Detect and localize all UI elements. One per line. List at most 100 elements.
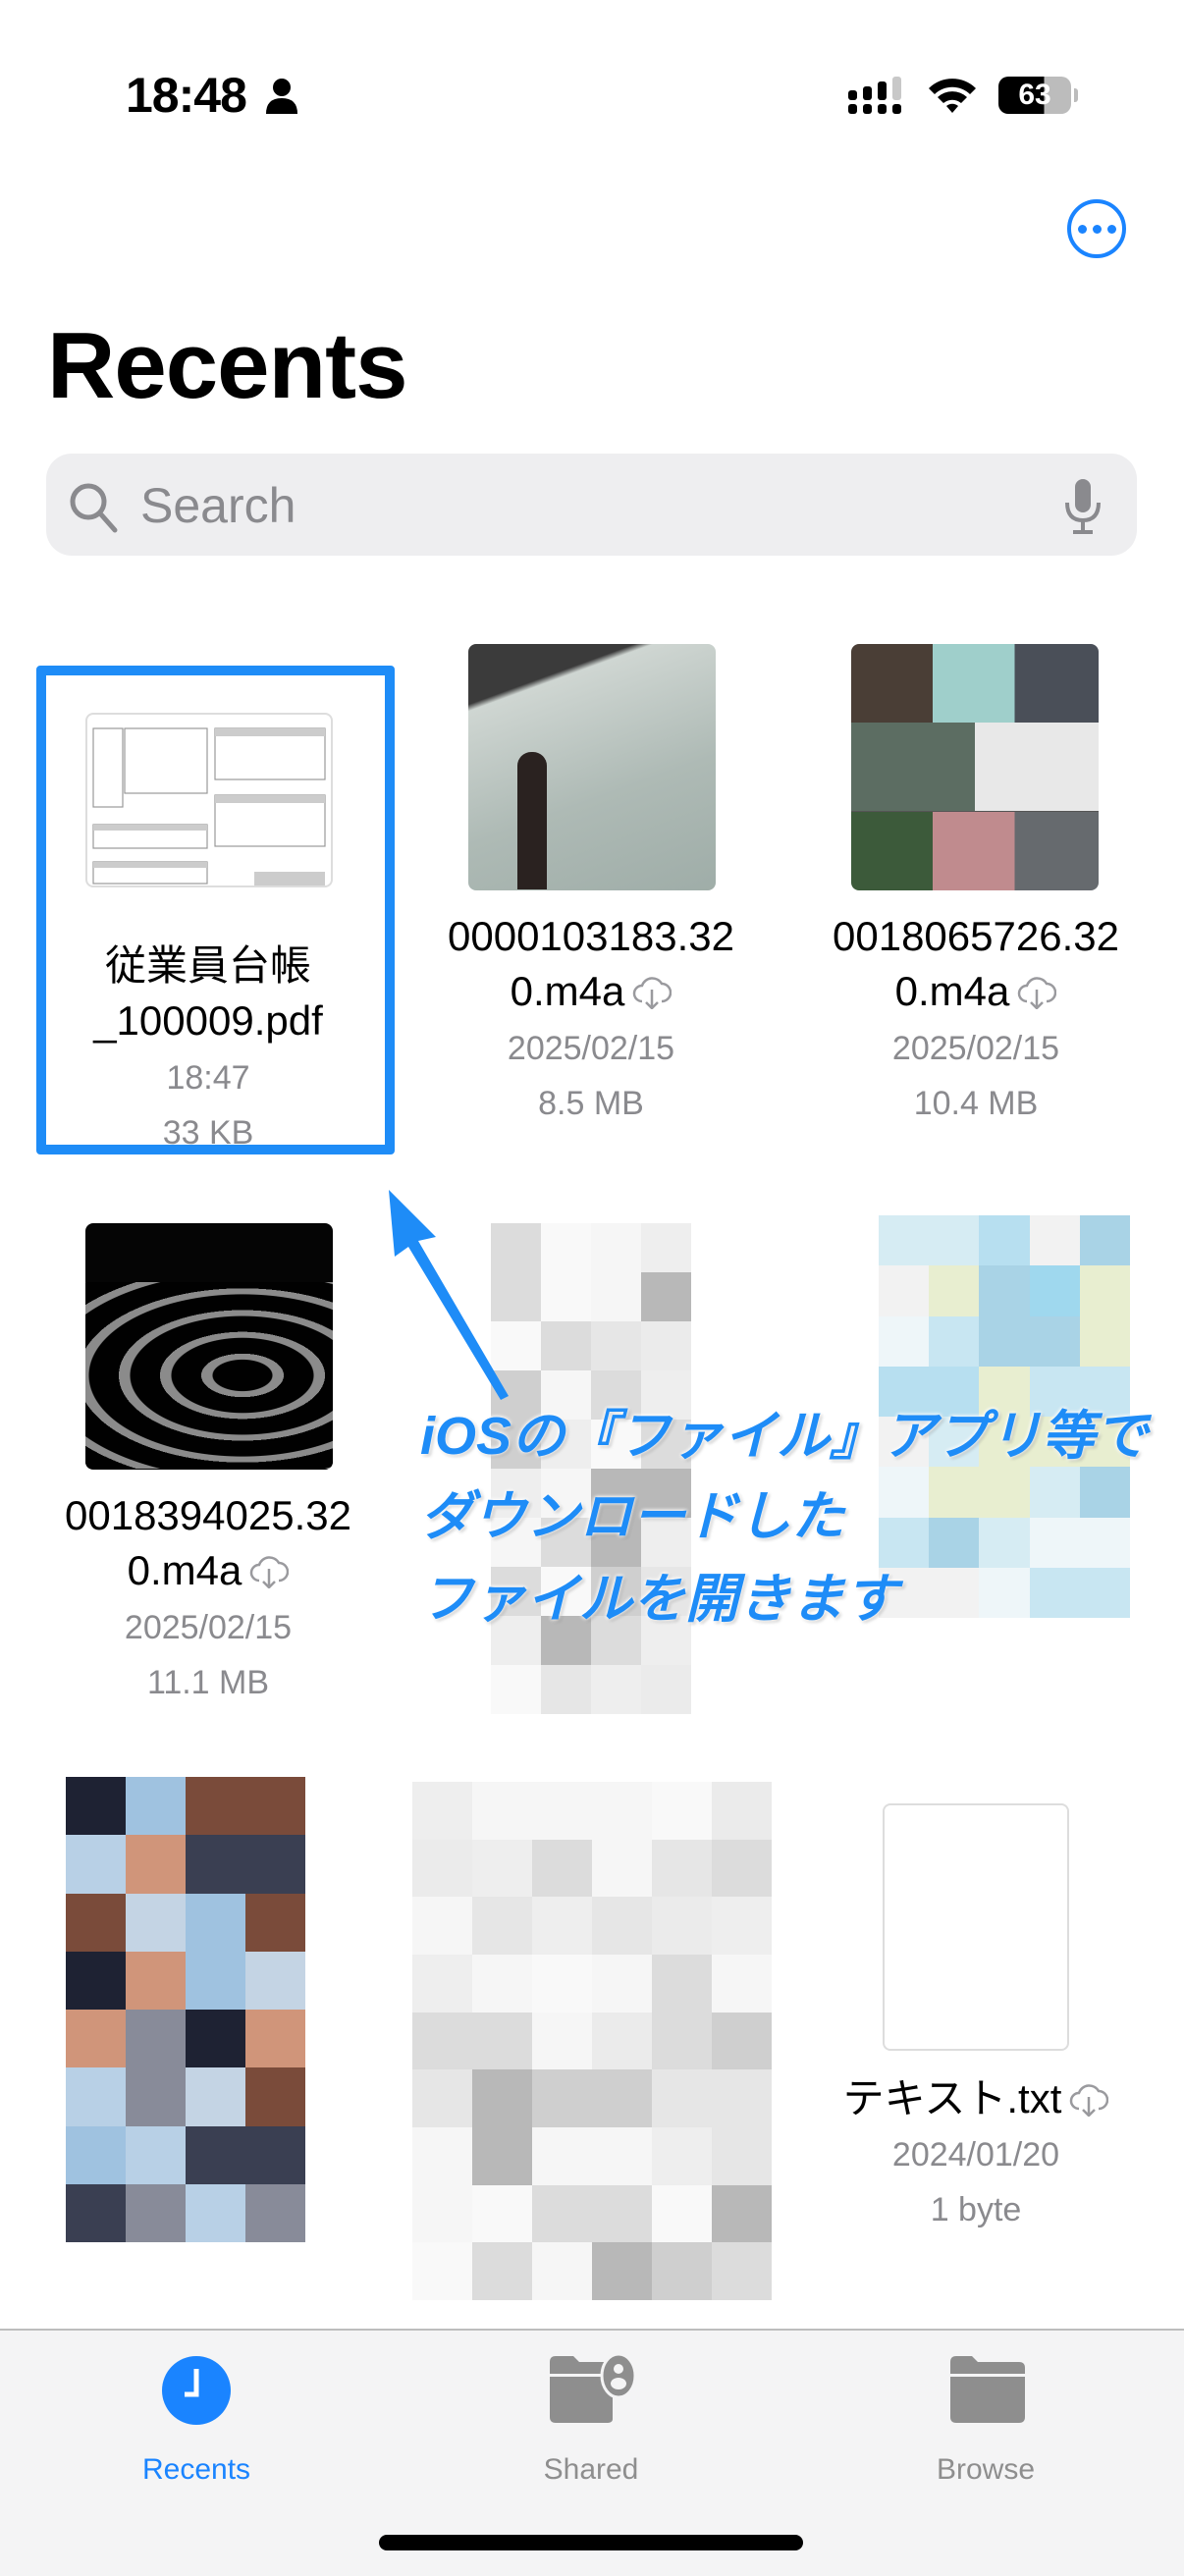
mosaic-pixel — [652, 1839, 712, 1898]
mosaic-pixel — [245, 1777, 305, 1836]
mosaic-pixel — [979, 1315, 1030, 1367]
mosaic-pixel — [712, 2242, 772, 2300]
mosaic-pixel — [591, 1223, 641, 1272]
mosaic-pixel — [541, 1223, 591, 1272]
mosaic-pixel — [712, 1955, 772, 2012]
mosaic-pixel — [126, 2010, 186, 2068]
mosaic-pixel — [979, 1265, 1030, 1316]
shared-folder-icon — [550, 2354, 637, 2423]
mosaic-pixel — [532, 1897, 592, 1955]
mosaic-pixel — [412, 1897, 472, 1955]
mosaic-pixel — [186, 1951, 245, 2010]
mosaic-pixel — [472, 2242, 532, 2300]
mosaic-pixel — [532, 1839, 592, 1898]
ellipsis-circle-icon — [1077, 224, 1087, 234]
mosaic-pixel — [532, 2012, 592, 2070]
tab-label: Recents — [141, 2453, 251, 2486]
mosaic-pixel — [186, 2183, 245, 2242]
mosaic-pixel — [712, 2127, 772, 2185]
mosaic-pixel — [879, 1467, 930, 1518]
mosaic-pixel — [1079, 1467, 1130, 1518]
wifi-icon — [929, 79, 976, 113]
mosaic-pixel — [412, 1955, 472, 2012]
mosaic-pixel — [66, 1951, 126, 2010]
mosaic-pixel — [1079, 1215, 1130, 1266]
home-indicator[interactable] — [379, 2535, 803, 2550]
mosaic-pixel — [652, 2069, 712, 2127]
mosaic-pixel — [245, 1893, 305, 1952]
mosaic-pixel — [541, 1321, 591, 1370]
cloud-download-icon[interactable] — [1069, 2083, 1109, 2117]
mosaic-pixel — [66, 2183, 126, 2242]
mosaic-pixel — [532, 1782, 592, 1840]
mosaic-pixel — [245, 2125, 305, 2184]
cloud-download-icon[interactable] — [249, 1555, 290, 1588]
file-item[interactable]: テキスト.txt 2024/01/20 1 byte — [784, 1803, 1167, 2235]
tab-recents[interactable]: Recents — [79, 2350, 314, 2497]
mosaic-pixel — [532, 2184, 592, 2243]
mosaic-pixel — [1079, 1517, 1130, 1568]
mosaic-pixel — [532, 2127, 592, 2185]
mosaic-pixel — [186, 2067, 245, 2126]
mosaic-pixel — [126, 2125, 186, 2184]
mosaic-pixel — [532, 1955, 592, 2012]
search-field[interactable]: Search — [46, 454, 1137, 556]
tab-shared[interactable]: Shared — [473, 2350, 709, 2497]
file-item[interactable]: 0018065726.32 0.m4a 2025/02/15 10.4 MB — [784, 644, 1167, 1154]
file-date: 2025/02/15 — [124, 1609, 293, 1646]
mosaic-pixel — [652, 1955, 712, 2012]
mosaic-pixel — [1079, 1315, 1130, 1367]
mosaic-pixel — [712, 2184, 772, 2243]
mosaic-pixel — [592, 2069, 652, 2127]
annotation-arrow-icon — [389, 1190, 509, 1400]
mosaic-pixel — [186, 2125, 245, 2184]
mosaic-pixel — [652, 2012, 712, 2070]
mosaic-pixel — [472, 1839, 532, 1898]
mosaic-pixel — [472, 2012, 532, 2070]
audio-artwork-thumbnail — [468, 644, 716, 890]
tab-label: Shared — [543, 2453, 639, 2486]
mosaic-pixel — [126, 2067, 186, 2126]
file-item[interactable]: 0018394025.32 0.m4a 2025/02/15 11.1 MB — [17, 1223, 400, 1714]
more-options-button[interactable] — [1067, 199, 1126, 258]
mosaic-pixel — [66, 1777, 126, 1836]
mosaic-pixel — [592, 1955, 652, 2012]
mosaic-pixel — [591, 1321, 641, 1370]
file-item[interactable]: 0000103183.32 0.m4a 2025/02/15 8.5 MB — [400, 644, 782, 1154]
mosaic-pixel — [1029, 1517, 1080, 1568]
page-title: Recents — [47, 313, 407, 418]
microphone-icon[interactable] — [1063, 477, 1103, 536]
mosaic-pixel — [652, 2184, 712, 2243]
mosaic-pixel — [491, 1665, 541, 1714]
mosaic-pixel — [412, 2012, 472, 2070]
mosaic-pixel — [929, 1467, 980, 1518]
search-input[interactable]: Search — [140, 477, 296, 534]
mosaic-pixel — [412, 1839, 472, 1898]
mosaic-pixel — [472, 1782, 532, 1840]
file-date: 2025/02/15 — [507, 1030, 675, 1067]
redacted-file-item[interactable] — [412, 1782, 772, 2300]
audio-artwork-thumbnail — [851, 644, 1099, 890]
tab-browse[interactable]: Browse — [868, 2350, 1103, 2497]
file-name: 0.m4a — [784, 964, 1167, 1019]
mosaic-pixel — [412, 2069, 472, 2127]
mosaic-pixel — [186, 1835, 245, 1894]
redacted-file-item[interactable] — [66, 1777, 305, 2242]
tab-label: Browse — [936, 2453, 1036, 2486]
mosaic-pixel — [592, 1897, 652, 1955]
annotation-text: iOSの『ファイル』アプリ等で — [420, 1407, 1149, 1466]
mosaic-pixel — [592, 2242, 652, 2300]
mosaic-pixel — [472, 1897, 532, 1955]
file-name: 0018065726.32 — [833, 913, 1119, 959]
battery-indicator: 63 — [998, 77, 1071, 114]
file-size: 10.4 MB — [913, 1085, 1039, 1122]
mosaic-pixel — [929, 1315, 980, 1367]
search-icon — [70, 483, 118, 533]
mosaic-pixel — [879, 1265, 930, 1316]
file-name: テキスト.txt — [784, 2071, 1167, 2126]
mosaic-pixel — [126, 1951, 186, 2010]
mosaic-pixel — [1029, 1467, 1080, 1518]
file-date: 2025/02/15 — [891, 1030, 1060, 1067]
cloud-download-icon[interactable] — [1017, 976, 1057, 1009]
cloud-download-icon[interactable] — [632, 976, 673, 1009]
